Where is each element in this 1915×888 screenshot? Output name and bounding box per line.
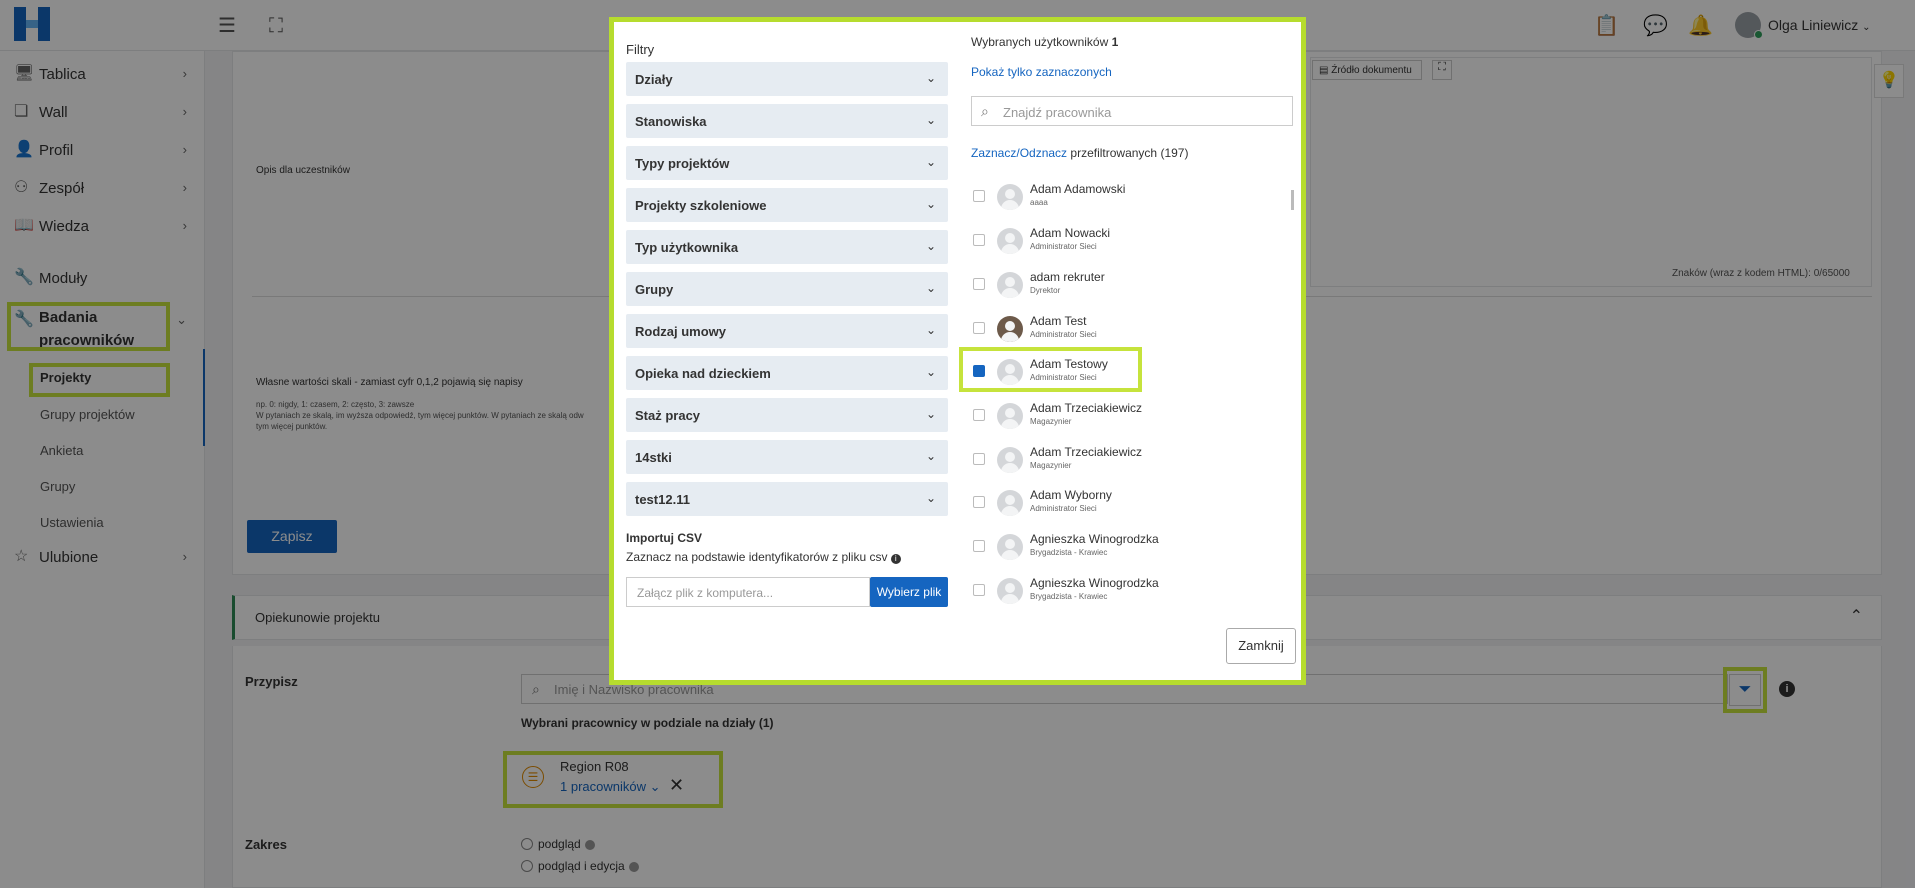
deselect-link[interactable]: Odznacz [1020, 146, 1067, 160]
avatar [997, 403, 1023, 429]
file-input[interactable]: Załącz plik z komputera... [626, 577, 870, 607]
import-title: Importuj CSV [626, 531, 703, 545]
avatar [997, 272, 1023, 298]
list-item[interactable]: Adam Trzeciakiewicz Magazynier [973, 445, 1273, 485]
list-item[interactable]: Adam Nowacki Administrator Sieci [973, 226, 1273, 266]
chevron-down-icon: ⌄ [925, 281, 936, 295]
avatar [997, 490, 1023, 516]
chevron-down-icon: ⌄ [925, 71, 936, 85]
user-checkbox[interactable] [973, 365, 985, 377]
choose-file-button[interactable]: Wybierz plik [870, 577, 948, 607]
user-filter-modal: Filtry Działy ⌄ Stanowiska ⌄ Typy projektó… [609, 17, 1306, 685]
chevron-down-icon: ⌄ [925, 197, 936, 211]
list-item[interactable]: Adam Adamowski aaaa [973, 182, 1273, 222]
close-button[interactable]: Zamknij [1226, 628, 1296, 664]
user-checkbox[interactable] [973, 584, 985, 596]
chevron-down-icon: ⌄ [925, 407, 936, 421]
list-scrollbar[interactable] [1291, 190, 1294, 210]
filter-typy-projektow[interactable]: Typy projektów ⌄ [626, 146, 948, 180]
list-item[interactable]: Adam Testowy Administrator Sieci [973, 357, 1273, 397]
list-item[interactable]: Adam Trzeciakiewicz Magazynier [973, 401, 1273, 441]
select-toggle-row: Zaznacz/Odznacz przefiltrowanych (197) [971, 146, 1189, 160]
info-icon: i [890, 554, 901, 564]
user-checkbox[interactable] [973, 234, 985, 246]
search-icon: ⌕ [981, 103, 989, 119]
user-checkbox[interactable] [973, 409, 985, 421]
chevron-down-icon: ⌄ [925, 449, 936, 463]
chevron-down-icon: ⌄ [925, 239, 936, 253]
filters-title: Filtry [626, 42, 655, 57]
filter-rodzaj-umowy[interactable]: Rodzaj umowy ⌄ [626, 314, 948, 348]
list-item[interactable]: Agnieszka Winogrodzka Brygadzista - Kraw… [973, 576, 1273, 616]
filter-projekty-szkoleniowe[interactable]: Projekty szkoleniowe ⌄ [626, 188, 948, 222]
filter-staz-pracy[interactable]: Staż pracy ⌄ [626, 398, 948, 432]
show-selected-link[interactable]: Pokaż tylko zaznaczonych [971, 65, 1112, 79]
filter-typ-uzytkownika[interactable]: Typ użytkownika ⌄ [626, 230, 948, 264]
chevron-down-icon: ⌄ [925, 491, 936, 505]
list-item[interactable]: Agnieszka Winogrodzka Brygadzista - Kraw… [973, 532, 1273, 572]
avatar [997, 184, 1023, 210]
user-checkbox[interactable] [973, 278, 985, 290]
import-description: Zaznacz na podstawie identyfikatorów z p… [626, 550, 901, 564]
user-checkbox[interactable] [973, 322, 985, 334]
filter-dzialy[interactable]: Działy ⌄ [626, 62, 948, 96]
user-checkbox[interactable] [973, 496, 985, 508]
list-item[interactable]: adam rekruter Dyrektor [973, 270, 1273, 310]
filter-grupy[interactable]: Grupy ⌄ [626, 272, 948, 306]
chevron-down-icon: ⌄ [925, 365, 936, 379]
avatar [997, 578, 1023, 604]
filter-14stki[interactable]: 14stki ⌄ [626, 440, 948, 474]
list-item[interactable]: Adam Wyborny Administrator Sieci [973, 488, 1273, 528]
chevron-down-icon: ⌄ [925, 155, 936, 169]
user-checkbox[interactable] [973, 540, 985, 552]
filter-test1211[interactable]: test12.11 ⌄ [626, 482, 948, 516]
user-checkbox[interactable] [973, 453, 985, 465]
find-employee-input[interactable]: ⌕ Znajdź pracownika [971, 96, 1293, 126]
avatar [997, 359, 1023, 385]
selected-users-label: Wybranych użytkowników 1 [971, 35, 1119, 49]
filter-stanowiska[interactable]: Stanowiska ⌄ [626, 104, 948, 138]
chevron-down-icon: ⌄ [925, 323, 936, 337]
avatar [997, 534, 1023, 560]
avatar [997, 316, 1023, 342]
chevron-down-icon: ⌄ [925, 113, 936, 127]
select-link[interactable]: Zaznacz [971, 146, 1016, 160]
avatar [997, 228, 1023, 254]
user-checkbox[interactable] [973, 190, 985, 202]
avatar [997, 447, 1023, 473]
filter-opieka[interactable]: Opieka nad dzieckiem ⌄ [626, 356, 948, 390]
